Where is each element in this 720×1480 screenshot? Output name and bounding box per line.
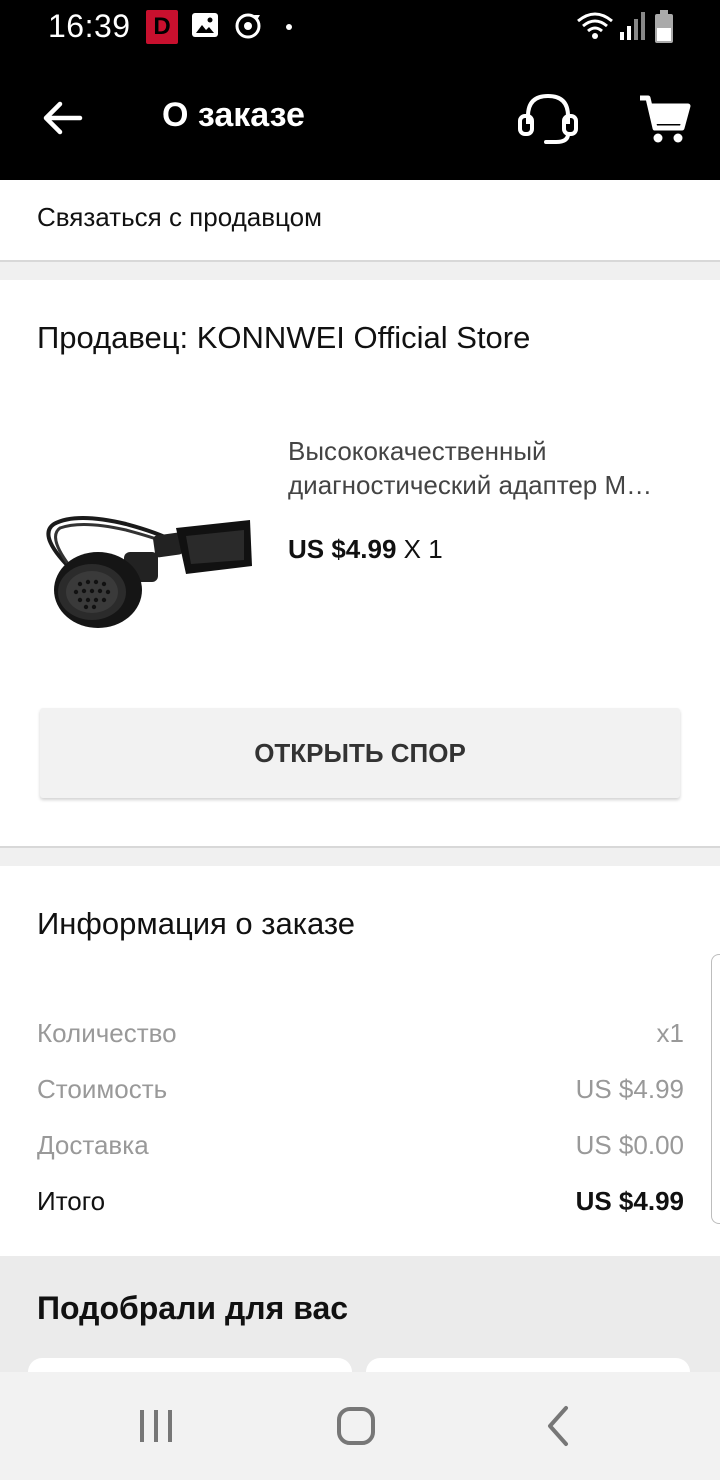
product-quantity: X 1: [403, 534, 443, 564]
system-nav-bar: [0, 1372, 720, 1480]
recommendations-title: Подобрали для вас: [37, 1290, 349, 1326]
page-title: О заказе: [162, 96, 305, 134]
shipping-value: US $0.00: [575, 1130, 684, 1160]
product-price-row: US $4.99 X 1: [288, 534, 443, 565]
recent-apps-icon[interactable]: [132, 1402, 180, 1450]
product-title[interactable]: Высококачественный диагностический адапт…: [288, 434, 688, 502]
cost-value: US $4.99: [575, 1074, 684, 1104]
app-notification-badge: D: [146, 10, 178, 44]
seller-card: Продавец: KONNWEI Official Store Высокок…: [0, 280, 720, 848]
more-notifications-dot: [286, 24, 292, 30]
gallery-icon: [190, 10, 220, 45]
contact-seller-label: Связаться с продавцом: [37, 202, 322, 232]
seller-name[interactable]: Продавец: KONNWEI Official Store: [37, 320, 530, 356]
battery-icon: [654, 10, 674, 49]
back-arrow-icon[interactable]: [40, 96, 84, 140]
quantity-label: Количество: [37, 1018, 177, 1048]
open-dispute-button[interactable]: ОТКРЫТЬ СПОР: [40, 708, 680, 798]
shipping-row: Доставка US $0.00: [37, 1130, 684, 1170]
sync-icon: [232, 10, 264, 47]
signal-icon: [618, 10, 646, 47]
status-bar: 16:39 D: [0, 0, 720, 56]
nav-back-icon[interactable]: [534, 1402, 582, 1450]
order-info-title: Информация о заказе: [37, 906, 355, 941]
total-label: Итого: [37, 1186, 106, 1216]
contact-seller-row[interactable]: Связаться с продавцом: [0, 180, 720, 262]
recommendations-section: Подобрали для вас: [0, 1256, 720, 1388]
headset-icon[interactable]: [516, 90, 580, 146]
product-title-line1: Высококачественный: [288, 436, 547, 466]
quantity-row: Количество x1: [37, 1018, 684, 1058]
scroll-indicator[interactable]: [711, 954, 720, 1224]
quantity-value: x1: [656, 1018, 684, 1048]
total-row: Итого US $4.99: [37, 1186, 684, 1226]
home-icon[interactable]: [332, 1402, 380, 1450]
wifi-icon: [576, 10, 614, 47]
cost-label: Стоимость: [37, 1074, 168, 1104]
product-price: US $4.99: [288, 534, 397, 564]
cost-row: Стоимость US $4.99: [37, 1074, 684, 1114]
order-info-card: Информация о заказе Количество x1 Стоимо…: [0, 866, 720, 1256]
shipping-label: Доставка: [37, 1130, 149, 1160]
product-image[interactable]: [36, 466, 264, 632]
product-title-line2: диагностический адаптер M…: [288, 470, 653, 500]
total-value: US $4.99: [575, 1186, 684, 1216]
app-bar: О заказе: [0, 56, 720, 180]
status-time: 16:39: [48, 8, 131, 44]
cart-icon[interactable]: [636, 90, 692, 146]
